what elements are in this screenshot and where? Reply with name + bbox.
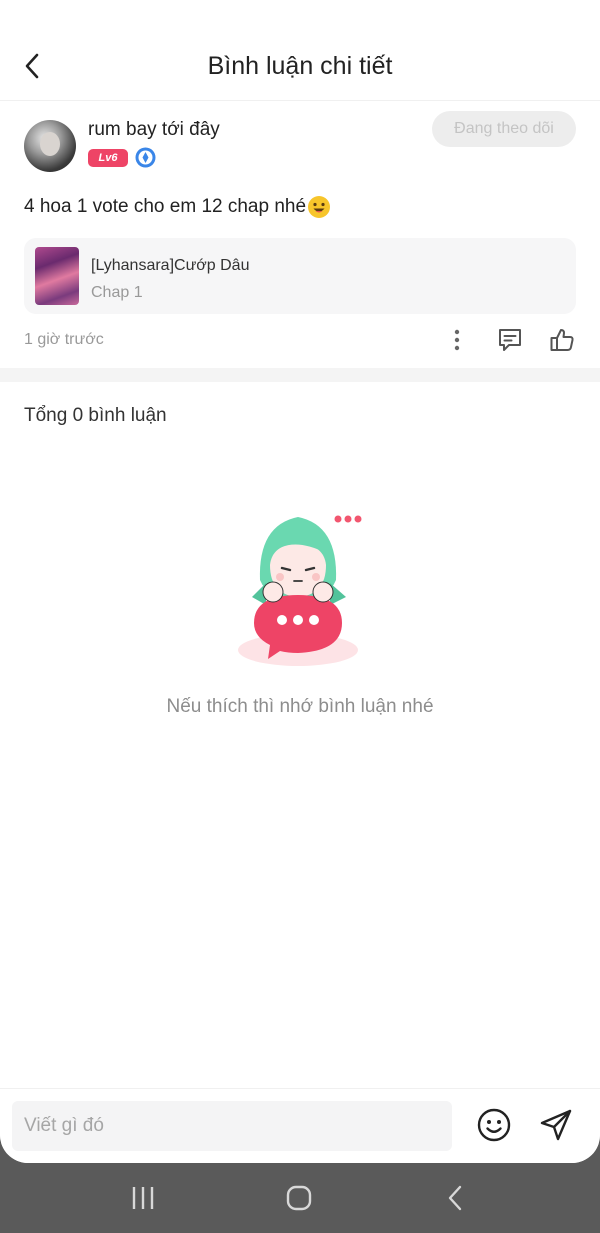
screen: Bình luận chi tiết rum bay tới đây Lv6 Đ…: [0, 0, 600, 1163]
level-badge: Lv6: [88, 149, 128, 167]
nav-recents-button[interactable]: [123, 1180, 163, 1216]
more-button[interactable]: [443, 326, 471, 354]
empty-state-text: Nếu thích thì nhớ bình luận nhé: [166, 696, 434, 717]
page-title: Bình luận chi tiết: [207, 52, 393, 80]
section-divider: [0, 368, 600, 382]
story-cover: [35, 247, 79, 305]
system-nav-bar: [0, 1163, 600, 1233]
follow-button[interactable]: Đang theo dõi: [432, 111, 576, 147]
recents-icon: [132, 1187, 154, 1209]
home-icon: [286, 1185, 312, 1211]
emoji-button[interactable]: [476, 1107, 512, 1143]
like-button[interactable]: [548, 326, 576, 354]
nav-back-button[interactable]: [435, 1180, 475, 1216]
empty-mascot-illustration: [238, 515, 362, 666]
story-card[interactable]: [Lyhansara]Cướp Dâu Chap 1: [24, 238, 576, 314]
send-icon: [540, 1109, 572, 1141]
shield-badge-icon: [135, 147, 156, 168]
avatar-face: [40, 132, 60, 156]
comment-input-bar: [0, 1088, 600, 1163]
story-chapter: Chap 1: [91, 284, 143, 301]
back-icon: [448, 1185, 462, 1211]
reply-comment-icon: [499, 329, 521, 351]
username[interactable]: rum bay tới đây: [88, 119, 220, 141]
comment-body: 4 hoa 1 vote cho em 12 chap nhé: [24, 196, 307, 217]
smiley-icon: [477, 1108, 511, 1142]
grinning-face-icon: [308, 196, 331, 218]
comment-count: Tổng 0 bình luận: [24, 405, 167, 426]
thumbs-up-icon: [550, 329, 574, 351]
timestamp: 1 giờ trước: [24, 331, 104, 348]
send-button[interactable]: [538, 1107, 574, 1143]
comment-input-box[interactable]: [12, 1101, 452, 1151]
comment-text: 4 hoa 1 vote cho em 12 chap nhé: [24, 195, 331, 219]
header: Bình luận chi tiết: [0, 0, 600, 101]
nav-home-button[interactable]: [279, 1180, 319, 1216]
story-title: [Lyhansara]Cướp Dâu: [91, 257, 250, 274]
avatar[interactable]: [24, 120, 76, 172]
more-vertical-icon: [454, 329, 460, 351]
comment-input[interactable]: [12, 1101, 446, 1151]
reply-button[interactable]: [496, 326, 524, 354]
